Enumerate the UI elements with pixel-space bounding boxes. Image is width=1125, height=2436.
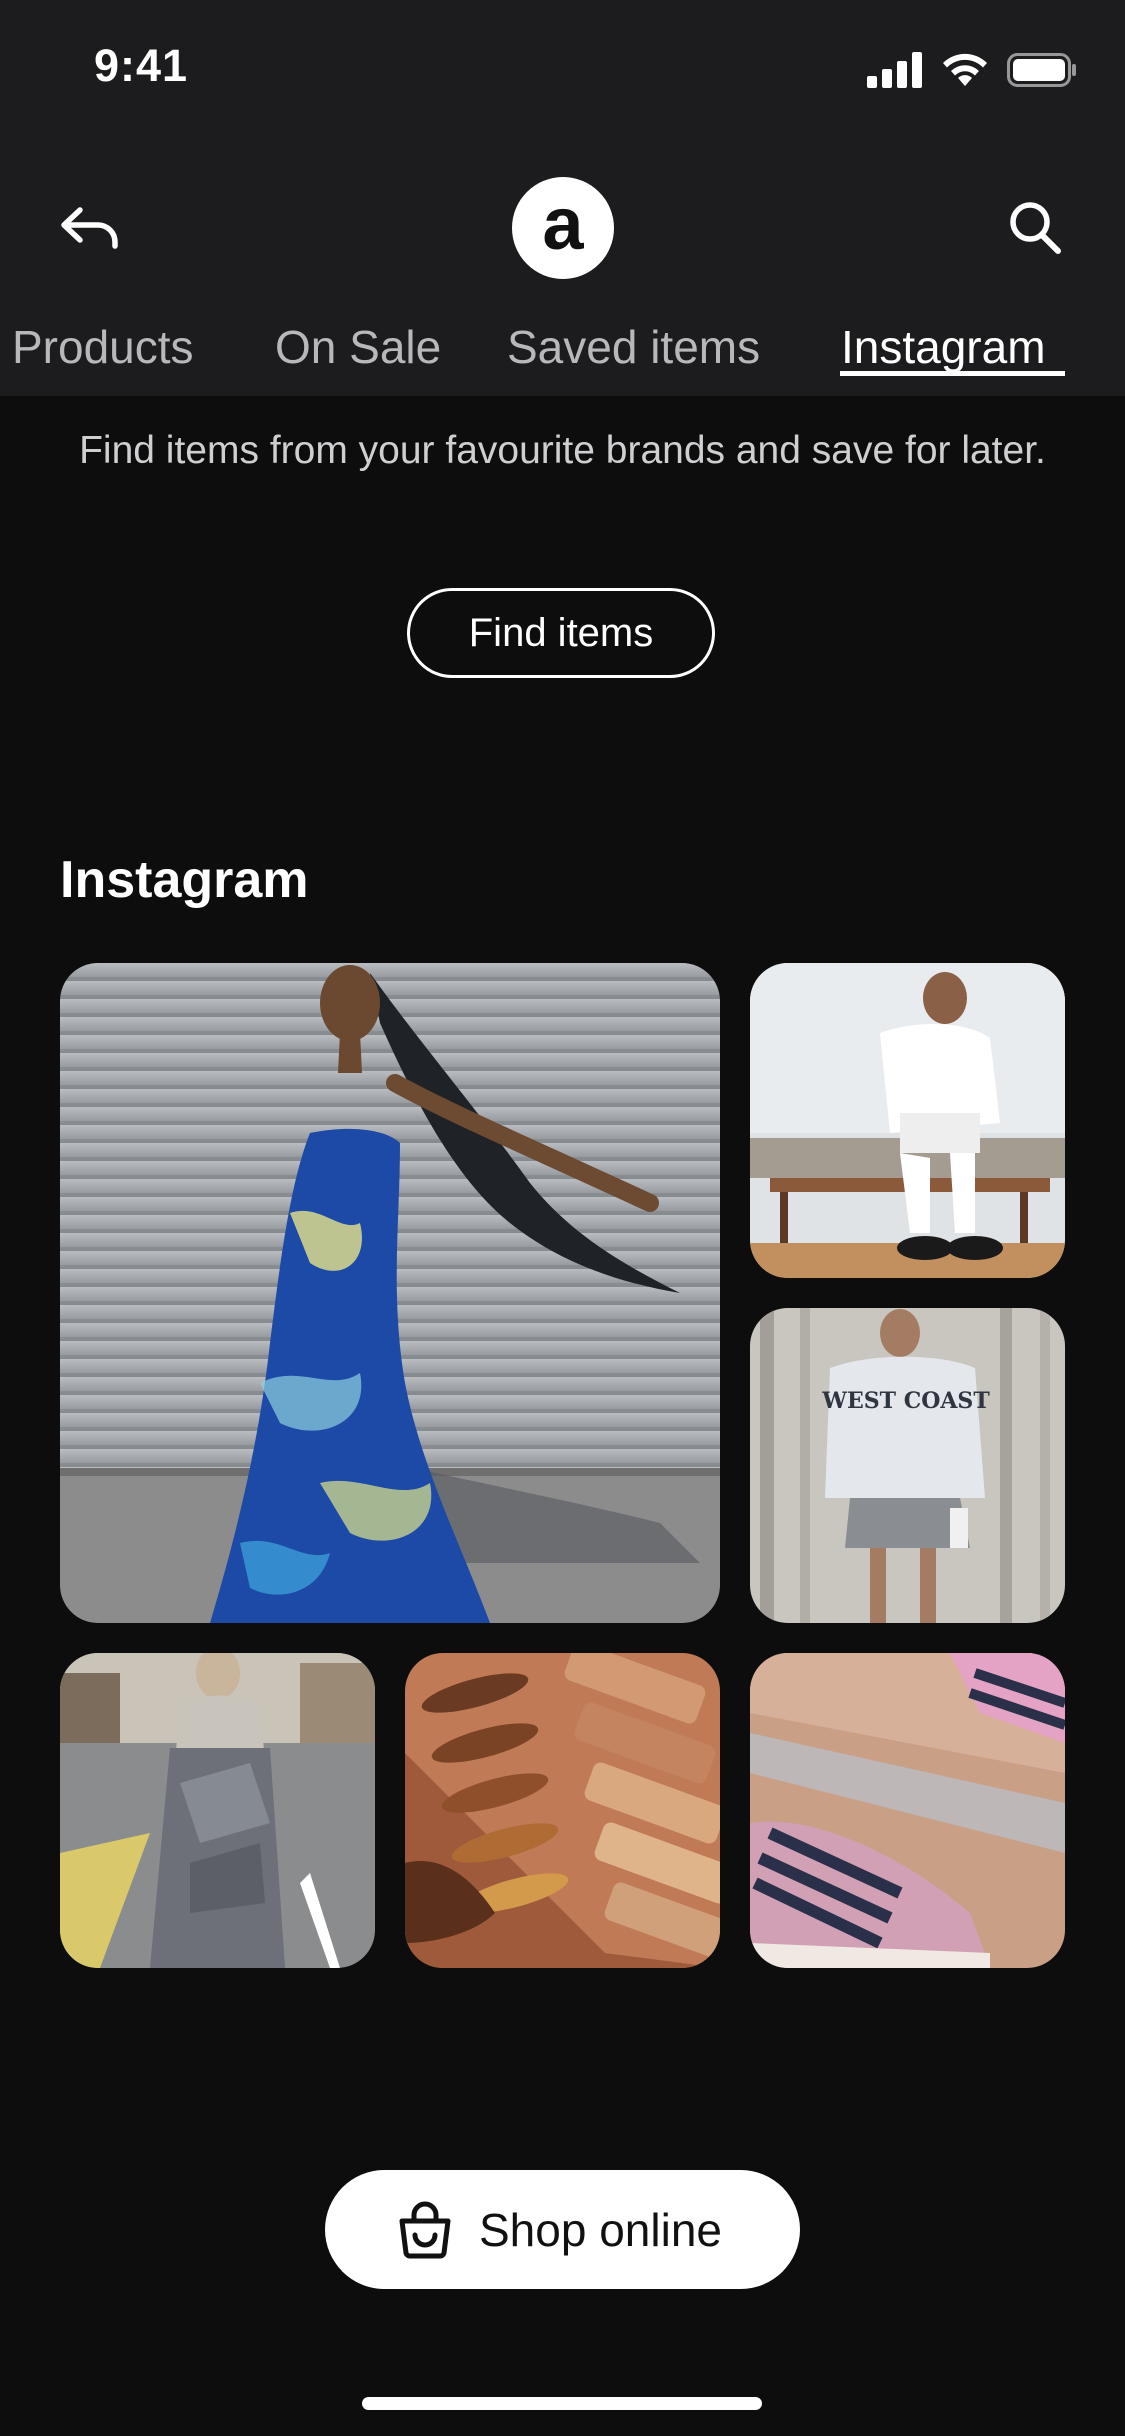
- shopping-basket-icon: [399, 2201, 451, 2258]
- post-image-grey-dress: [60, 1653, 375, 1968]
- status-time: 9:41: [94, 40, 189, 91]
- sweatshirt-print: WEST COAST: [821, 1388, 990, 1414]
- signal-icon: [867, 52, 922, 88]
- battery-icon: [1007, 53, 1076, 87]
- tab-on-sale[interactable]: On Sale: [275, 318, 441, 376]
- post-image-swatches: [405, 1653, 720, 1968]
- instagram-section-title: Instagram: [60, 851, 309, 909]
- post-image-white-shirt: [750, 963, 1065, 1278]
- promo-text: Find items from your favourite brands an…: [79, 429, 1046, 472]
- app-header: 9:41 a Products On Sale Saved items Inst…: [0, 0, 1125, 396]
- instagram-post-3[interactable]: WEST COAST: [750, 1308, 1065, 1623]
- tab-instagram[interactable]: Instagram: [841, 318, 1046, 376]
- active-tab-indicator: [840, 371, 1065, 376]
- search-button[interactable]: [1006, 198, 1064, 258]
- find-items-button[interactable]: Find items: [407, 588, 715, 678]
- tab-bar: Products On Sale Saved items Instagram: [0, 318, 1125, 396]
- instagram-post-5[interactable]: [405, 1653, 720, 1968]
- logo-letter: a: [542, 182, 584, 265]
- instagram-post-2[interactable]: [750, 963, 1065, 1278]
- instagram-post-4[interactable]: [60, 1653, 375, 1968]
- status-icons: [867, 48, 1077, 92]
- tab-products[interactable]: Products: [12, 318, 194, 376]
- brand-logo[interactable]: a: [512, 177, 614, 279]
- back-arrow-icon: [61, 207, 118, 249]
- post-image-sweatshirt: WEST COAST: [750, 1308, 1065, 1623]
- tab-saved-items[interactable]: Saved items: [507, 318, 760, 376]
- home-indicator[interactable]: [362, 2397, 762, 2410]
- shop-online-label: Shop online: [479, 2203, 722, 2256]
- back-button[interactable]: [58, 198, 122, 258]
- instagram-post-1[interactable]: [60, 963, 720, 1623]
- search-icon: [1010, 202, 1061, 254]
- wifi-icon: [943, 53, 987, 86]
- post-image-blue-dress: [60, 963, 720, 1623]
- post-image-sneakers: [750, 1653, 1065, 1968]
- shop-online-button[interactable]: Shop online: [325, 2170, 800, 2289]
- instagram-post-6[interactable]: [750, 1653, 1065, 1968]
